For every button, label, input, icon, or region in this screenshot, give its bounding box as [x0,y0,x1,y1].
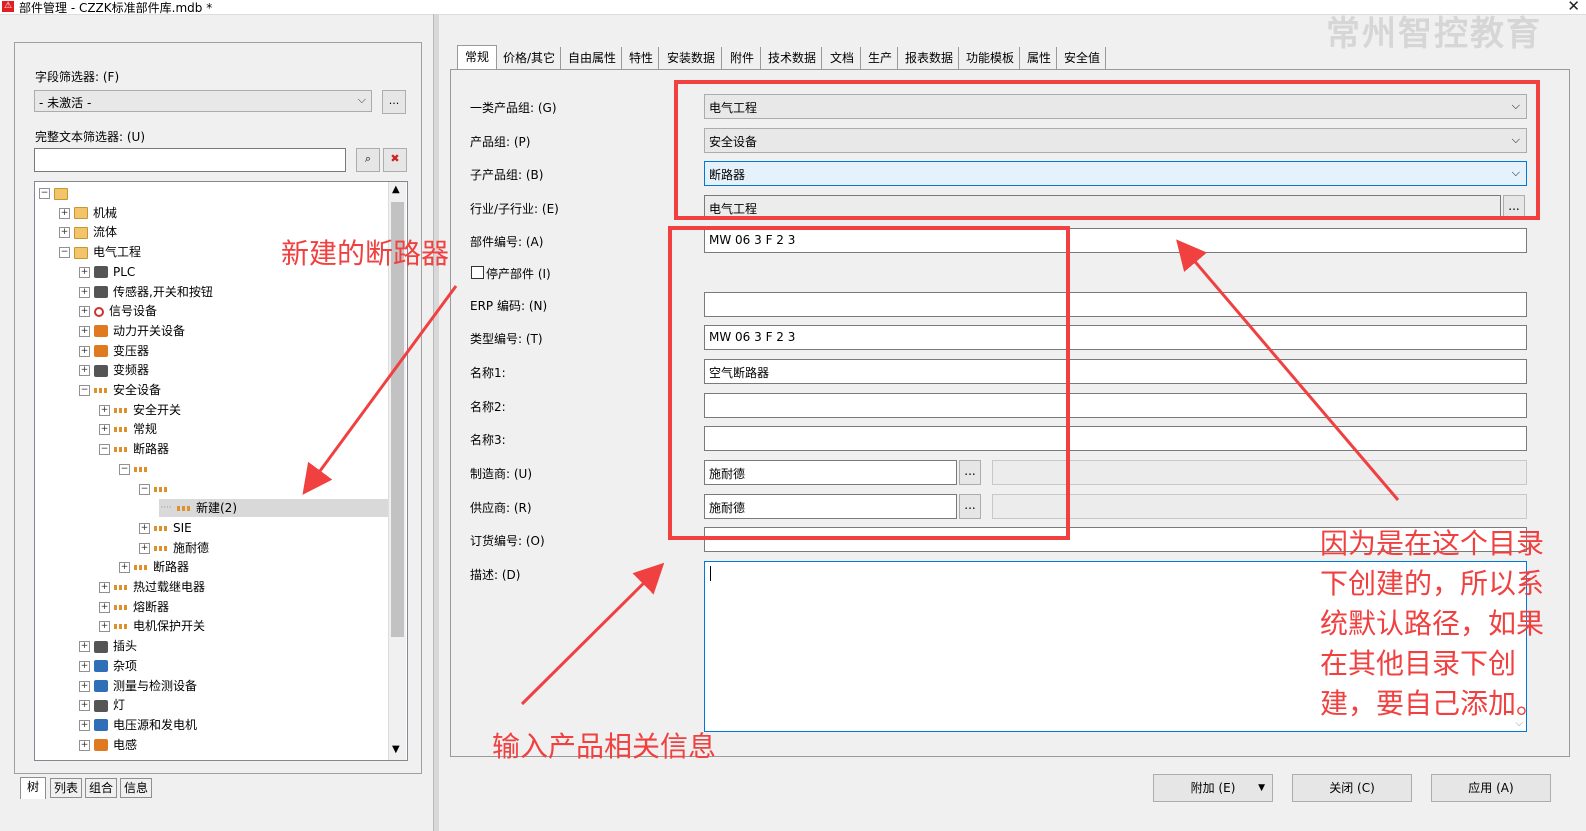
arrow-to-inputs [520,562,665,706]
annotation-arrows [302,239,1400,706]
arrow-to-groups [1176,239,1400,501]
arrow-to-new-breaker [302,285,458,495]
